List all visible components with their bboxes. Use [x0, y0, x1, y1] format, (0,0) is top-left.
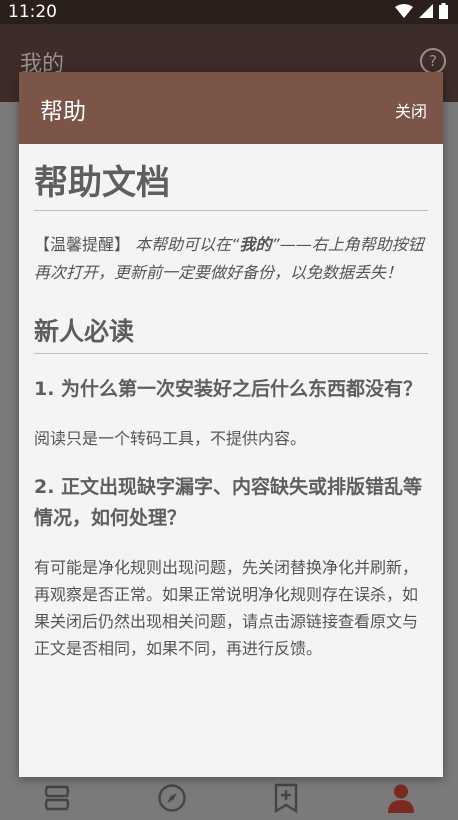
help-document[interactable]: 帮助文档 【温馨提醒】 本帮助可以在“我的”——右上角帮助按钮再次打开，更新前一… [19, 144, 443, 662]
status-bar: 11:20 [0, 0, 458, 24]
document-title: 帮助文档 [34, 160, 428, 211]
dialog-title: 帮助 [40, 99, 86, 125]
dialog-header: 帮助 关闭 [19, 72, 443, 144]
tip-text-before: 本帮助可以在“ [130, 235, 240, 254]
nav-item-my[interactable] [381, 778, 421, 818]
bottom-nav [0, 775, 458, 820]
help-dialog: 帮助 关闭 帮助文档 【温馨提醒】 本帮助可以在“我的”——右上角帮助按钮再次打… [19, 72, 443, 777]
help-icon[interactable]: ? [420, 48, 446, 74]
status-icons [395, 3, 448, 19]
tip-label: 【温馨提醒】 [34, 235, 131, 254]
wifi-icon [395, 4, 413, 18]
faq-question: 1. 为什么第一次安装好之后什么东西都没有？ [34, 378, 423, 400]
faq-question: 2. 正文出现缺字漏字、内容缺失或排版错乱等情况，如何处理？ [34, 476, 423, 529]
nav-item-bookshelf[interactable] [37, 778, 77, 818]
faq-answer: 有可能是净化规则出现问题，先关闭替换净化并刷新，再观察是否正常。如果正常说明净化… [34, 558, 419, 658]
signal-icon [419, 4, 433, 18]
close-button[interactable]: 关闭 [395, 98, 427, 122]
status-time: 11:20 [8, 2, 57, 22]
tip-paragraph: 【温馨提醒】 本帮助可以在“我的”——右上角帮助按钮再次打开，更新前一定要做好备… [34, 231, 428, 287]
nav-item-bookmarks[interactable] [266, 778, 306, 818]
section-title: 新人必读 [34, 315, 428, 354]
person-icon [387, 784, 414, 813]
nav-item-explore[interactable] [152, 778, 192, 818]
bookshelf-icon [45, 785, 70, 810]
tip-text-bold: 我的 [239, 235, 272, 254]
battery-icon [439, 3, 448, 19]
bookmark-icon [275, 783, 298, 813]
compass-icon [158, 783, 186, 812]
faq-answer: 阅读只是一个转码工具，不提供内容。 [34, 429, 307, 448]
